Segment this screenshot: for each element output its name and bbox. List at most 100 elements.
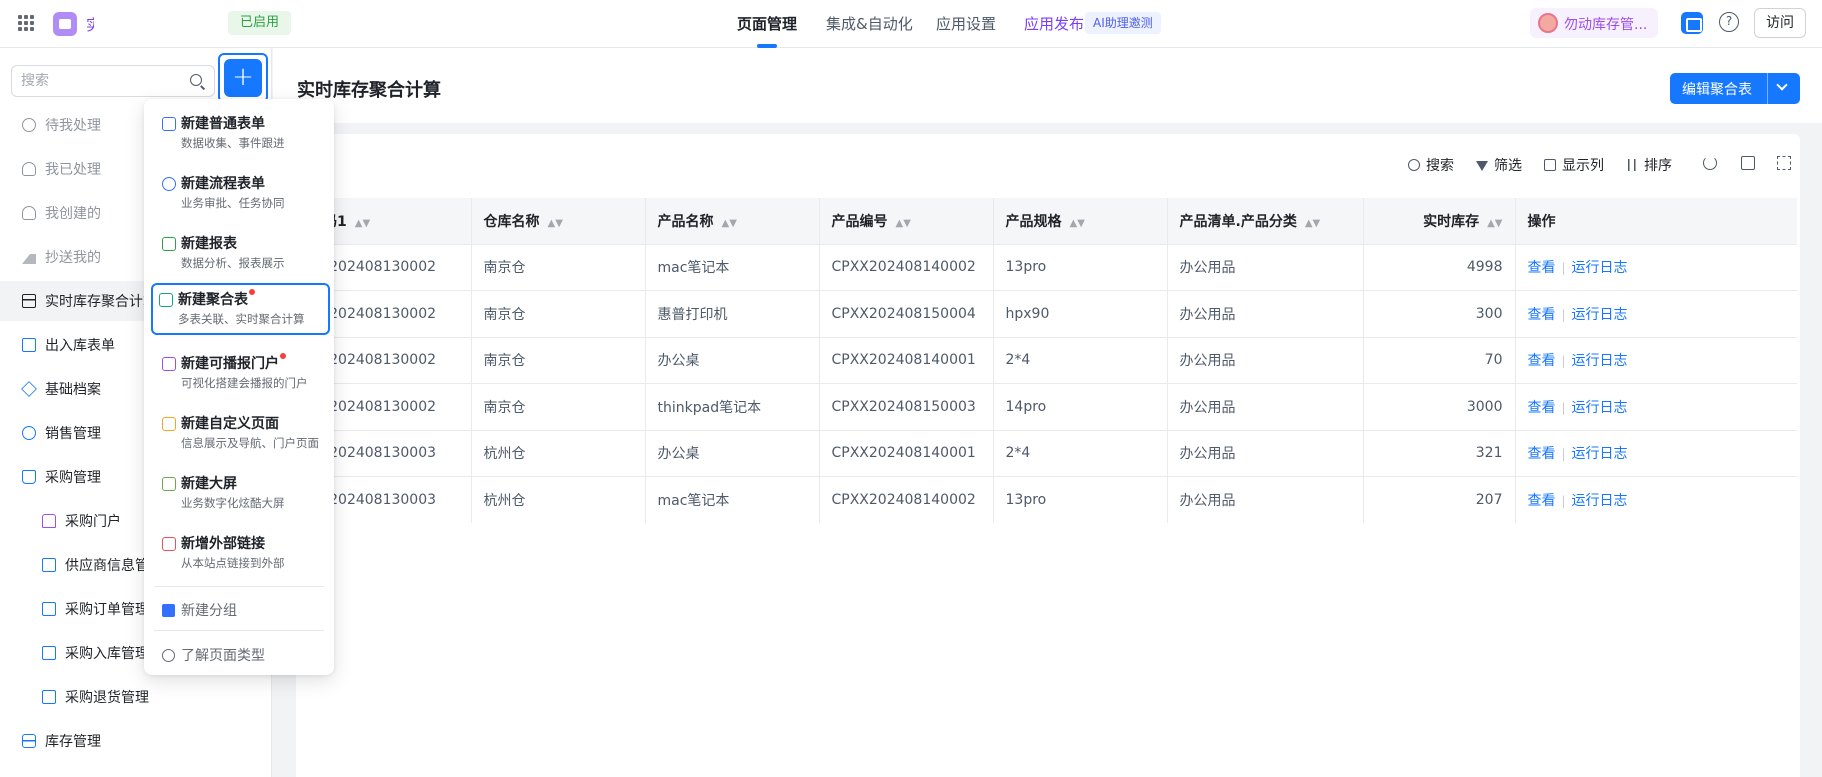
menu-item-new-screen[interactable]: 新建大屏 业务数字化炫酷大屏 [154,467,324,519]
status-badge: 已启用 [228,11,292,35]
run-log-link[interactable]: 运行日志 [1572,307,1628,323]
toolbar-search[interactable]: 搜索 [1408,155,1454,175]
tab-page-management[interactable]: 页面管理 [737,13,797,48]
user-name: 勿动库存管... [1564,17,1648,33]
column-header-label: 产品清单.产品分类 [1179,213,1297,230]
link-separator: | [1561,354,1566,369]
menu-item-desc: 从本站点链接到外部 [181,556,285,570]
sidebar-item-label: 我已处理 [45,162,101,178]
column-header-category[interactable]: 产品清单.产品分类 ▲▼ [1167,198,1364,245]
menu-item-label: 了解页面类型 [181,648,265,664]
column-header-actions: 操作 [1515,198,1797,245]
sort-icon[interactable]: ▲▼ [1305,218,1320,229]
fullscreen-icon[interactable] [1777,156,1791,170]
column-header-product-no[interactable]: 产品编号 ▲▼ [819,198,994,245]
table-cell: 办公桌 [645,337,820,384]
table-cell: 办公用品 [1167,430,1364,477]
table-row: BH202408130002 南京仓 thinkpad笔记本 CPXX20240815… [297,383,1797,431]
sort-icon[interactable]: ▲▼ [1487,218,1502,229]
view-link[interactable]: 查看 [1528,260,1556,276]
view-link[interactable]: 查看 [1528,353,1556,369]
run-log-link[interactable]: 运行日志 [1572,353,1628,369]
sort-icon[interactable]: ▲▼ [896,218,911,229]
menu-item-new-aggregate[interactable]: 新建聚合表 多表关联、实时聚合计算 [151,283,330,335]
search-input[interactable] [21,66,181,96]
column-header-product-name[interactable]: 产品名称 ▲▼ [645,198,820,245]
table-cell: 3000 [1363,383,1516,431]
search-icon[interactable] [190,74,202,86]
toolbar-sort[interactable]: 排序 [1626,155,1672,175]
cube-icon [21,381,37,397]
table-cell: 惠普打印机 [645,290,820,338]
menu-item-title-text: 新建聚合表 [178,292,248,308]
run-log-link[interactable]: 运行日志 [1572,446,1628,462]
menu-item-learn-types[interactable]: 了解页面类型 [162,645,265,665]
sidebar-item-label: 销售管理 [45,426,101,442]
table-cell: 南京仓 [471,290,646,338]
menu-item-new-report[interactable]: 新建报表 数据分析、报表展示 [154,227,324,279]
run-log-link[interactable]: 运行日志 [1572,400,1628,416]
toolbar-columns[interactable]: 显示列 [1544,155,1604,175]
column-header-warehouse[interactable]: 仓库名称 ▲▼ [471,198,646,245]
sidebar-item-inventory[interactable]: 库存管理 [0,721,271,761]
app-name[interactable]: 实 [86,14,94,32]
app-logo [53,12,77,36]
doc-icon [42,602,56,616]
menu-item-new-flow-form[interactable]: 新建流程表单 业务审批、任务协同 [154,167,324,219]
ai-invite-badge[interactable]: AI助理邀测 [1085,12,1161,34]
preview-icon[interactable] [1681,12,1703,34]
menu-item-new-portal[interactable]: 新建可播报门户 可视化搭建会播报的门户 [154,347,324,399]
table-cell: thinkpad笔记本 [645,383,820,431]
table-header-row: 编码1▲▼ 仓库名称▲▼ 产品名称▲▼ 产品编号▲▼ 产品规格▲▼ 产品清单.产… [297,198,1797,245]
export-icon[interactable] [1741,156,1755,170]
table-cell-actions: 查看 | 运行日志 [1515,337,1797,384]
sort-icon[interactable]: ▲▼ [722,218,737,229]
table-cell: 13pro [993,476,1168,523]
column-header-spec[interactable]: 产品规格 ▲▼ [993,198,1168,245]
sidebar-item-purchase-return[interactable]: 采购退货管理 [0,677,271,717]
table-body: BH202408130002 南京仓 mac笔记本 CPXX202408140002 1… [297,244,1797,523]
view-link[interactable]: 查看 [1528,307,1556,323]
table-cell-actions: 查看 | 运行日志 [1515,383,1797,431]
tab-integration-automation[interactable]: 集成&自动化 [826,13,913,34]
run-log-link[interactable]: 运行日志 [1572,493,1628,509]
sidebar-item-label: 采购退货管理 [65,690,149,706]
tab-app-settings[interactable]: 应用设置 [936,13,996,34]
menu-item-new-custom-page[interactable]: 新建自定义页面 信息展示及导航、门户页面 [154,407,324,459]
user-chip[interactable]: 勿动库存管... [1530,8,1658,38]
table-cell: 办公用品 [1167,290,1364,338]
table-row: BH202408130003 杭州仓 mac笔记本 CPXX202408140002 1… [297,476,1797,523]
table-cell: CPXX202408140001 [819,430,994,477]
link-separator: | [1561,447,1566,462]
edit-aggregate-button[interactable]: 编辑聚合表 [1670,73,1800,104]
avatar [1538,13,1558,33]
table-cell: hpx90 [993,290,1168,338]
menu-item-new-form[interactable]: 新建普通表单 数据收集、事件跟进 [154,107,324,159]
menu-item-new-group[interactable]: 新建分组 [162,600,237,620]
run-log-link[interactable]: 运行日志 [1572,260,1628,276]
view-link[interactable]: 查看 [1528,493,1556,509]
table-cell-actions: 查看 | 运行日志 [1515,244,1797,291]
add-page-button[interactable]: + [224,59,262,97]
refresh-icon[interactable] [1703,156,1717,170]
sort-icon[interactable]: ▲▼ [548,218,563,229]
column-header-label: 操作 [1527,213,1556,230]
help-icon[interactable]: ? [1719,12,1739,32]
sidebar-item-label: 出入库表单 [45,338,115,354]
table-cell: mac笔记本 [645,476,820,523]
table-cell: 14pro [993,383,1168,431]
link-separator: | [1561,261,1566,276]
menu-item-new-external-link[interactable]: 新增外部链接 从本站点链接到外部 [154,527,324,579]
add-button-highlight: + [218,53,268,103]
report-icon [162,237,176,251]
sort-icon[interactable]: ▲▼ [1070,218,1085,229]
visit-button[interactable]: 访问 [1754,8,1806,38]
sort-icon[interactable]: ▲▼ [355,218,370,229]
toolbar-filter[interactable]: 筛选 [1476,155,1522,175]
tab-app-publish[interactable]: 应用发布 [1024,13,1084,34]
app-grid-icon[interactable] [18,15,34,31]
column-header-stock[interactable]: 实时库存 ▲▼ [1363,198,1516,245]
chevron-down-icon[interactable] [1776,79,1788,91]
view-link[interactable]: 查看 [1528,446,1556,462]
view-link[interactable]: 查看 [1528,400,1556,416]
